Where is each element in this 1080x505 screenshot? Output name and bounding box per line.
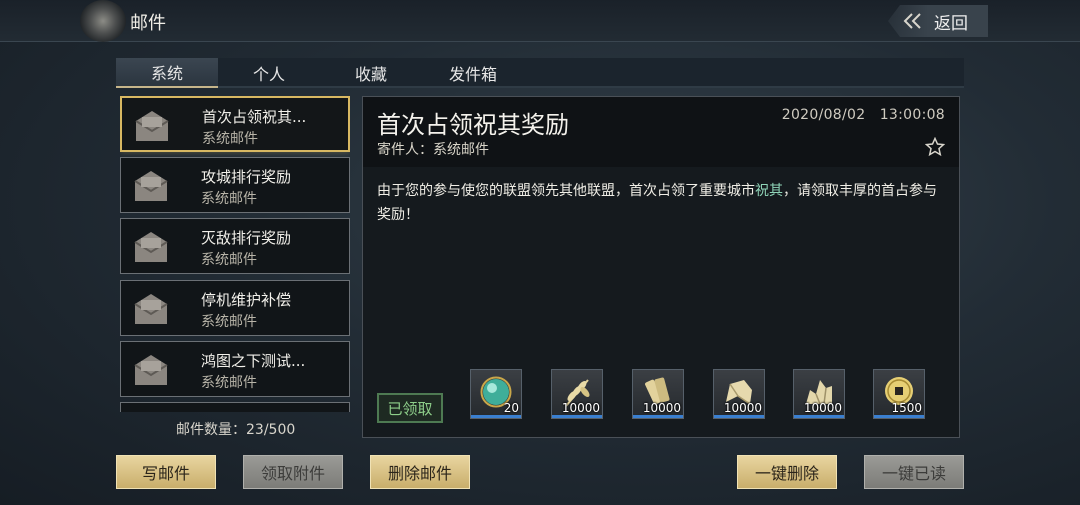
mail-sender: 系统邮件 bbox=[201, 191, 257, 207]
city-link[interactable]: 祝其 bbox=[755, 183, 783, 199]
mail-sender: 系统邮件 bbox=[201, 252, 257, 268]
page-title: 邮件 bbox=[130, 13, 166, 34]
envelope-icon bbox=[134, 294, 168, 324]
reward-item[interactable]: 10000 bbox=[551, 369, 603, 419]
mail-detail-body: 由于您的参与使您的联盟领先其他联盟，首次占领了重要城市祝其，请领取丰厚的首占参与… bbox=[377, 179, 949, 227]
reward-item[interactable]: 10000 bbox=[632, 369, 684, 419]
reward-rarity-bar bbox=[874, 415, 924, 418]
mail-list-item-partial[interactable] bbox=[120, 402, 350, 412]
mail-detail-title: 首次占领祝其奖励 bbox=[377, 111, 569, 139]
back-label: 返回 bbox=[934, 13, 968, 34]
reward-quantity: 10000 bbox=[642, 401, 681, 415]
reward-rarity-bar bbox=[471, 415, 521, 418]
envelope-icon bbox=[135, 111, 169, 141]
reward-quantity: 10000 bbox=[803, 401, 842, 415]
write-mail-button[interactable]: 写邮件 bbox=[116, 455, 216, 489]
top-bar: 邮件 返回 bbox=[0, 0, 1080, 42]
reward-rarity-bar bbox=[714, 415, 764, 418]
envelope-icon bbox=[134, 232, 168, 262]
reward-rarity-bar bbox=[794, 415, 844, 418]
reward-item[interactable]: 20 bbox=[470, 369, 522, 419]
mail-sender: 系统邮件 bbox=[201, 314, 257, 330]
mail-tabs: 系统 个人 收藏 发件箱 bbox=[116, 58, 964, 88]
tab-personal[interactable]: 个人 bbox=[218, 58, 320, 88]
mark-all-read-button[interactable]: 一键已读 bbox=[864, 455, 964, 489]
mail-list[interactable]: 首次占领祝其... 系统邮件 攻城排行奖励 系统邮件 灭敌排行奖励 系统邮件 停… bbox=[120, 96, 350, 412]
mail-detail-header: 首次占领祝其奖励 寄件人：系统邮件 2020/08/02 13:00:08 bbox=[363, 97, 959, 167]
mail-list-item[interactable]: 首次占领祝其... 系统邮件 bbox=[120, 96, 350, 152]
mail-detail-sender: 寄件人：系统邮件 bbox=[377, 142, 489, 158]
mail-title: 鸿图之下测试... bbox=[201, 352, 306, 370]
mail-sender: 系统邮件 bbox=[201, 375, 257, 391]
chevron-left-icon bbox=[902, 12, 926, 30]
mail-title: 首次占领祝其... bbox=[202, 108, 307, 126]
mail-list-item[interactable]: 停机维护补偿 系统邮件 bbox=[120, 280, 350, 336]
tab-outbox[interactable]: 发件箱 bbox=[422, 58, 524, 88]
reward-quantity: 10000 bbox=[723, 401, 762, 415]
game-emblem-icon bbox=[80, 0, 126, 42]
envelope-icon bbox=[134, 355, 168, 385]
reward-quantity: 20 bbox=[503, 401, 519, 415]
star-icon[interactable] bbox=[925, 137, 945, 157]
back-button[interactable]: 返回 bbox=[888, 5, 988, 37]
mail-list-item[interactable]: 鸿图之下测试... 系统邮件 bbox=[120, 341, 350, 397]
mail-list-item[interactable]: 攻城排行奖励 系统邮件 bbox=[120, 157, 350, 213]
reward-item[interactable]: 10000 bbox=[713, 369, 765, 419]
mail-sender: 系统邮件 bbox=[202, 131, 258, 147]
mail-title: 攻城排行奖励 bbox=[201, 168, 292, 186]
mail-date: 2020/08/02 bbox=[781, 107, 866, 123]
mail-detail-datetime: 2020/08/02 13:00:08 bbox=[782, 107, 945, 123]
tab-system[interactable]: 系统 bbox=[116, 58, 218, 88]
mail-count: 邮件数量：23/500 bbox=[176, 422, 296, 438]
mail-detail-panel: 首次占领祝其奖励 寄件人：系统邮件 2020/08/02 13:00:08 由于… bbox=[362, 96, 960, 438]
mail-list-item[interactable]: 灭敌排行奖励 系统邮件 bbox=[120, 218, 350, 274]
claim-attachment-button[interactable]: 领取附件 bbox=[243, 455, 343, 489]
reward-item[interactable]: 1500 bbox=[873, 369, 925, 419]
reward-quantity: 10000 bbox=[561, 401, 600, 415]
mail-time: 13:00:08 bbox=[879, 107, 945, 123]
claimed-badge: 已领取 bbox=[377, 393, 443, 423]
envelope-icon bbox=[134, 171, 168, 201]
reward-rarity-bar bbox=[633, 415, 683, 418]
reward-quantity: 1500 bbox=[891, 401, 922, 415]
mail-title: 停机维护补偿 bbox=[201, 291, 292, 309]
delete-mail-button[interactable]: 删除邮件 bbox=[370, 455, 470, 489]
body-text: 由于您的参与使您的联盟领先其他联盟，首次占领了重要城市 bbox=[377, 183, 755, 199]
delete-all-button[interactable]: 一键删除 bbox=[737, 455, 837, 489]
mail-title: 灭敌排行奖励 bbox=[201, 229, 292, 247]
reward-item[interactable]: 10000 bbox=[793, 369, 845, 419]
tab-favorites[interactable]: 收藏 bbox=[320, 58, 422, 88]
reward-rarity-bar bbox=[552, 415, 602, 418]
